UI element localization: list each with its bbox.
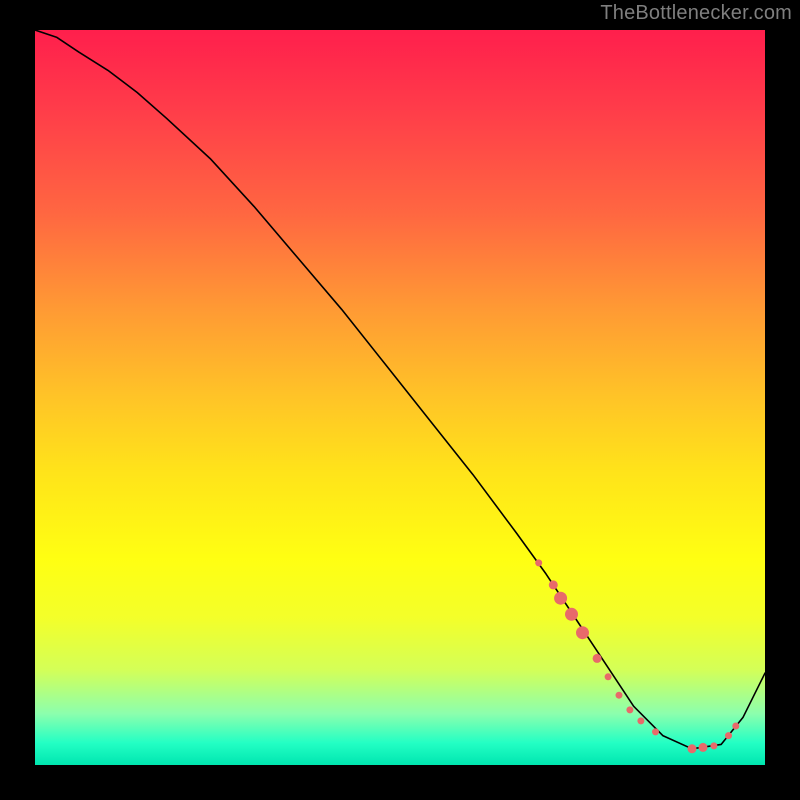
data-point [565, 608, 578, 621]
data-point [593, 654, 602, 663]
data-point [554, 592, 567, 605]
data-point [637, 717, 644, 724]
data-point [616, 692, 623, 699]
chart-frame: TheBottleneсker.com [0, 0, 800, 800]
attribution-text: TheBottleneсker.com [600, 2, 792, 25]
data-point [688, 744, 697, 753]
data-point [710, 742, 717, 749]
data-point [626, 706, 633, 713]
data-point [576, 626, 589, 639]
bottleneck-curve [35, 30, 765, 749]
data-point [699, 743, 708, 752]
chart-svg [35, 30, 765, 765]
chart-plot-area [35, 30, 765, 765]
data-point [549, 580, 558, 589]
data-point [652, 728, 659, 735]
data-point [725, 732, 732, 739]
marker-layer [535, 559, 739, 753]
data-point [535, 559, 542, 566]
data-point [732, 723, 739, 730]
data-point [605, 673, 612, 680]
